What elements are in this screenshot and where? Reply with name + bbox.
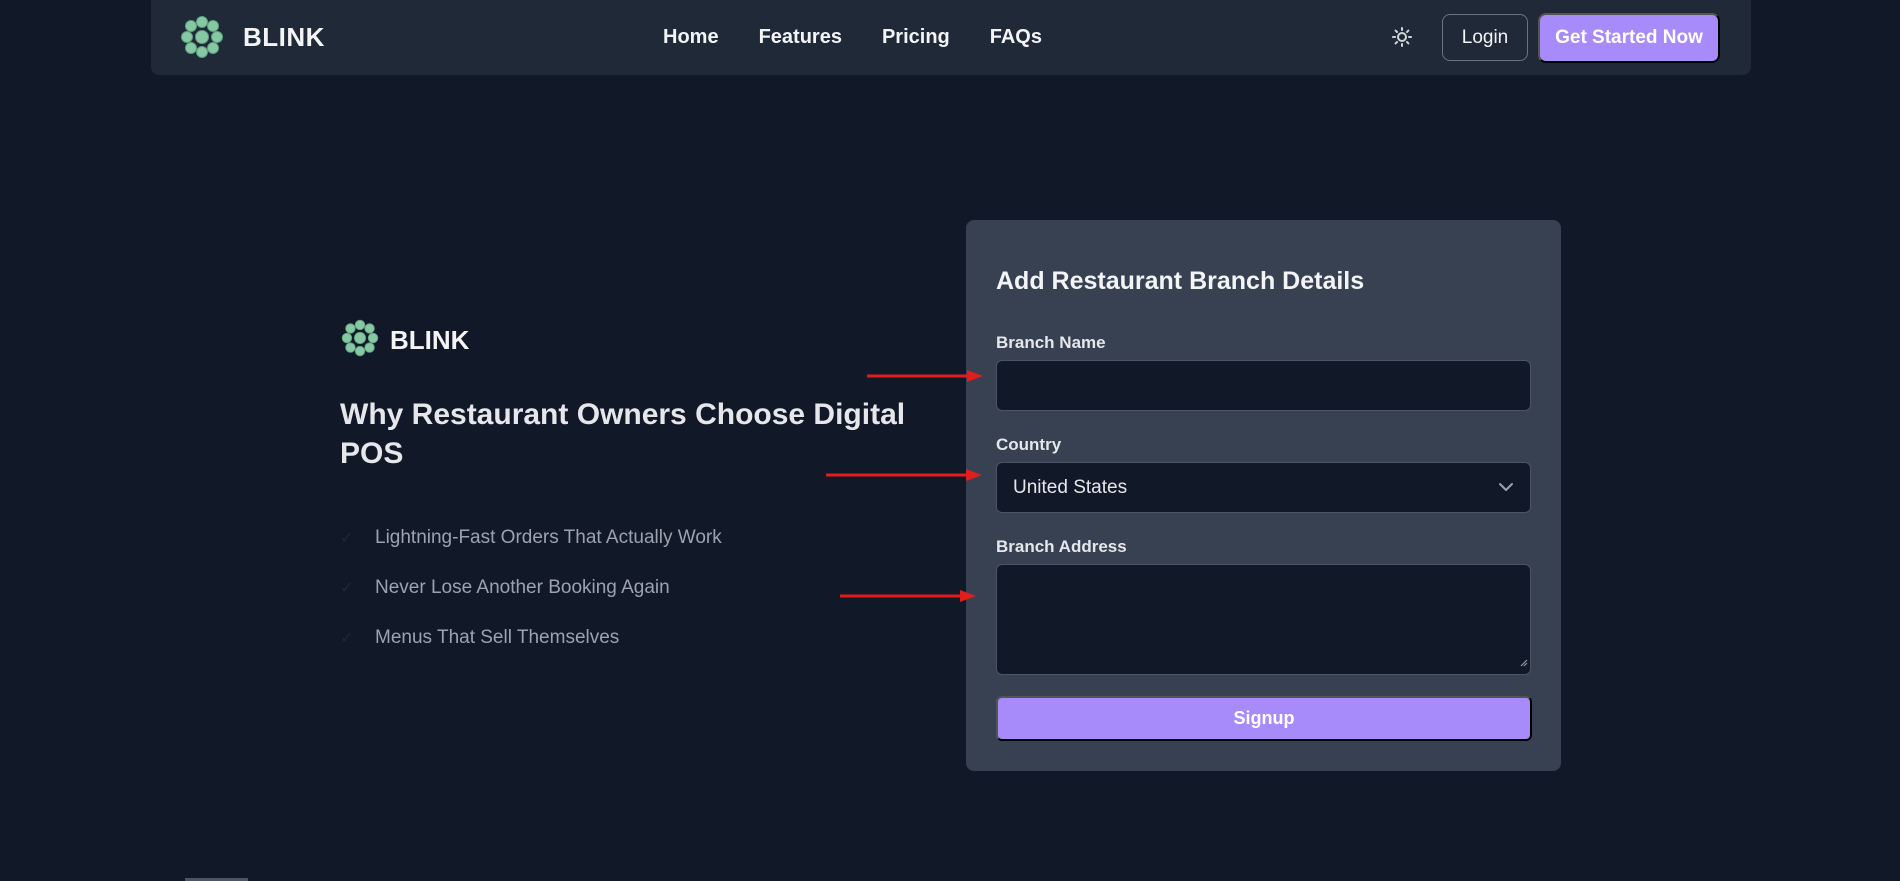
blink-logo-icon xyxy=(179,14,225,60)
intro-brand: BLINK xyxy=(340,318,930,363)
login-button[interactable]: Login xyxy=(1442,14,1528,61)
resize-handle-icon[interactable] xyxy=(1520,654,1528,672)
branch-name-input[interactable] xyxy=(996,360,1531,411)
nav-home[interactable]: Home xyxy=(663,26,719,49)
check-icon: ✓ xyxy=(340,630,354,647)
annotation-arrow-icon xyxy=(826,469,982,481)
blink-logo-icon xyxy=(340,318,380,363)
nav-features[interactable]: Features xyxy=(759,26,842,49)
check-icon: ✓ xyxy=(340,530,354,547)
country-label: Country xyxy=(996,435,1062,454)
branch-address-textarea[interactable] xyxy=(996,564,1531,675)
branch-address-label: Branch Address xyxy=(996,537,1127,556)
feature-text: Lightning-Fast Orders That Actually Work xyxy=(375,527,722,548)
branch-name-label: Branch Name xyxy=(996,333,1106,352)
nav-pricing[interactable]: Pricing xyxy=(882,26,950,49)
brand[interactable]: BLINK xyxy=(179,14,325,60)
check-icon: ✓ xyxy=(340,580,354,597)
sun-icon[interactable] xyxy=(1387,22,1417,52)
brand-name: BLINK xyxy=(243,21,325,52)
country-select[interactable]: United States xyxy=(996,462,1531,513)
top-navbar: BLINK Home Features Pricing FAQs Login G… xyxy=(151,0,1751,75)
feature-text: Menus That Sell Themselves xyxy=(375,627,620,648)
branch-form-card: Add Restaurant Branch Details Branch Nam… xyxy=(966,220,1561,771)
annotation-arrow-icon xyxy=(840,590,976,602)
intro-headline: Why Restaurant Owners Choose Digital POS xyxy=(340,398,906,470)
get-started-button[interactable]: Get Started Now xyxy=(1538,13,1720,63)
country-selected-value: United States xyxy=(1013,476,1128,498)
feature-item: ✓ Menus That Sell Themselves xyxy=(340,613,930,663)
chevron-down-icon xyxy=(1498,479,1514,497)
feature-text: Never Lose Another Booking Again xyxy=(375,577,670,598)
intro-brand-name: BLINK xyxy=(390,325,470,355)
feature-item: ✓ Lightning-Fast Orders That Actually Wo… xyxy=(340,513,930,563)
nav-faqs[interactable]: FAQs xyxy=(990,26,1042,49)
signup-button[interactable]: Signup xyxy=(996,696,1532,741)
intro-panel: BLINK Why Restaurant Owners Choose Digit… xyxy=(340,318,930,663)
annotation-arrow-icon xyxy=(867,370,983,382)
main-nav: Home Features Pricing FAQs xyxy=(663,0,1042,75)
form-title: Add Restaurant Branch Details xyxy=(996,267,1365,295)
